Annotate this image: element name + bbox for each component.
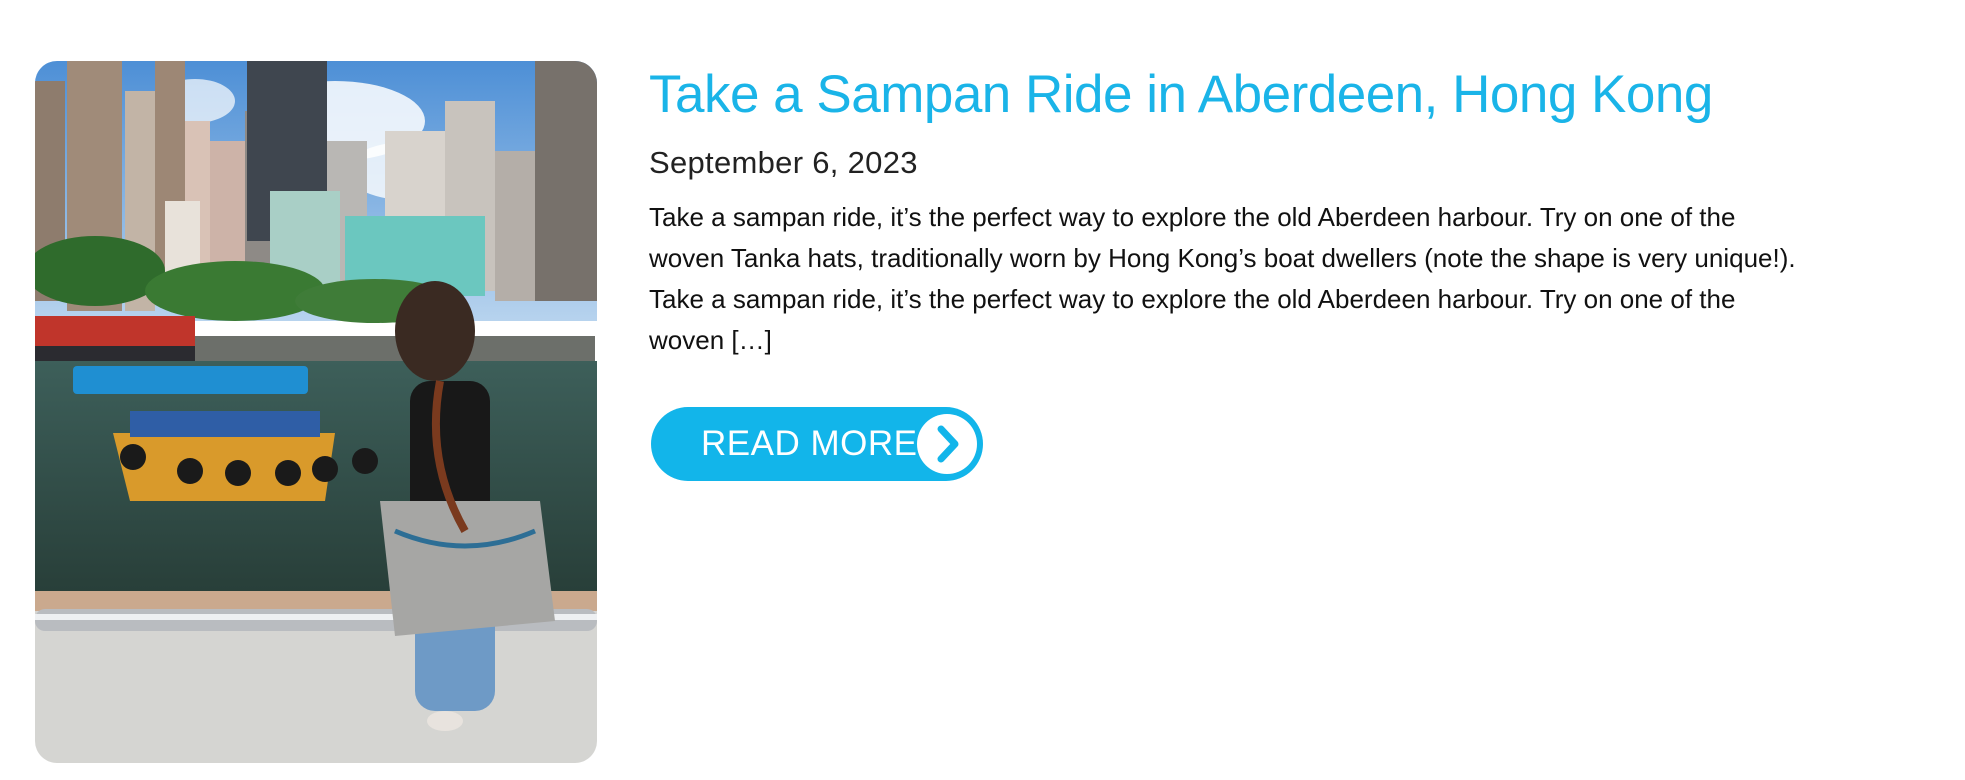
- post-title-link[interactable]: Take a Sampan Ride in Aberdeen, Hong Kon…: [649, 60, 1829, 130]
- blog-post-card: Take a Sampan Ride in Aberdeen, Hong Kon…: [0, 0, 1965, 780]
- read-more-button[interactable]: READ MORE: [651, 407, 983, 481]
- harbour-photo: [35, 61, 597, 763]
- post-excerpt: Take a sampan ride, it’s the perfect way…: [649, 202, 1796, 355]
- featured-image[interactable]: [35, 61, 597, 763]
- chevron-right-circle-icon: [917, 414, 977, 474]
- read-more-label: READ MORE: [701, 424, 918, 463]
- post-content: Take a Sampan Ride in Aberdeen, Hong Kon…: [649, 60, 1829, 387]
- post-date: September 6, 2023: [649, 145, 918, 180]
